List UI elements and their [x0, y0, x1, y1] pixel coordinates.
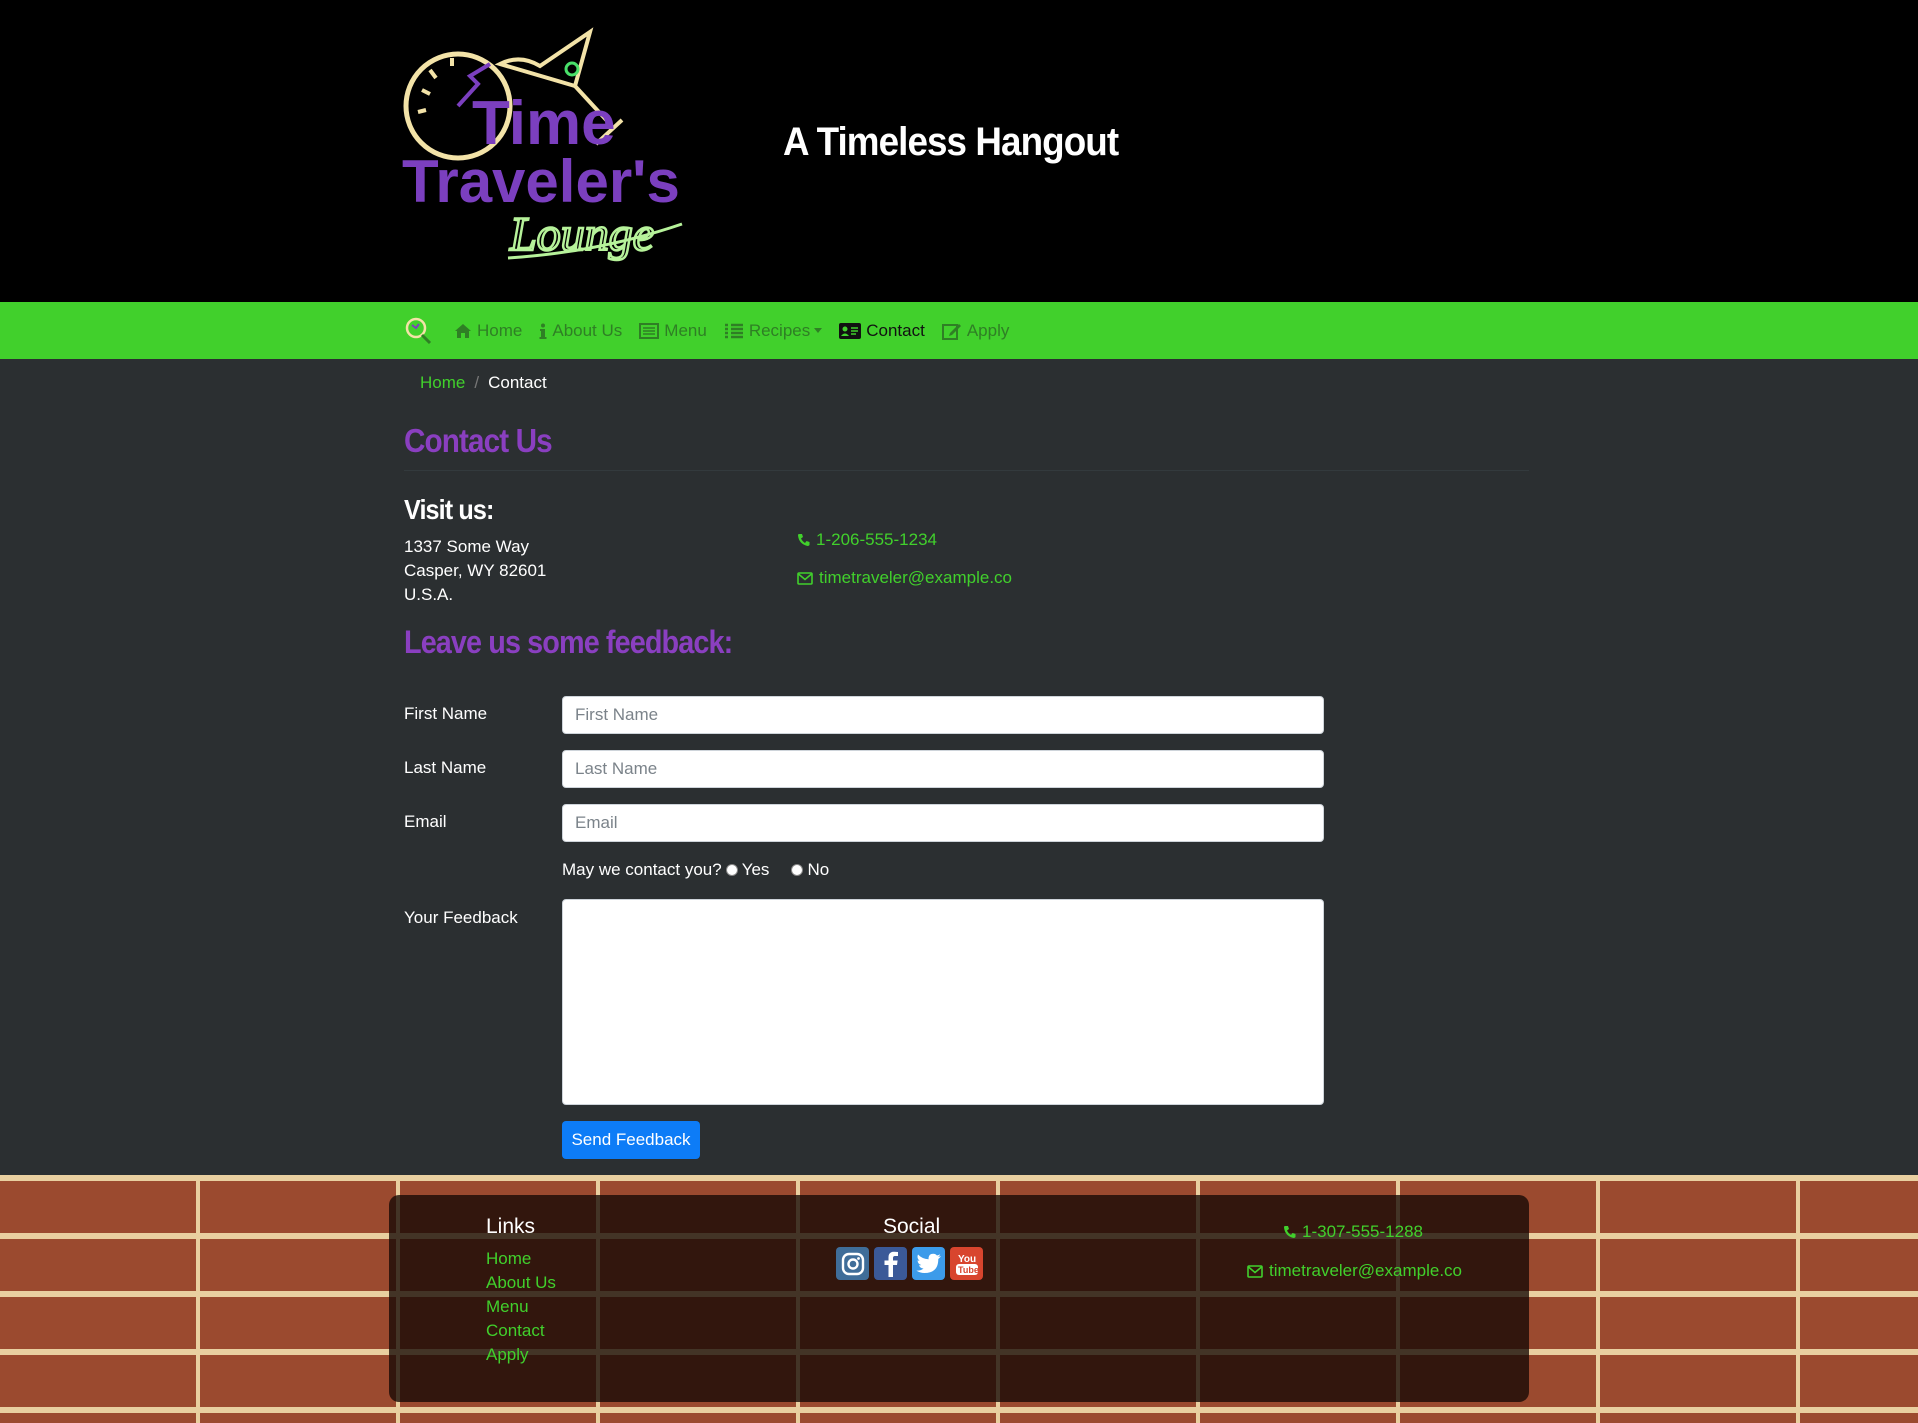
last-name-input[interactable]: [562, 750, 1324, 788]
breadcrumb-home-link[interactable]: Home: [420, 373, 465, 393]
nav-menu[interactable]: Menu: [639, 321, 707, 341]
nav-recipes-label: Recipes: [748, 320, 811, 340]
footer-email-address: timetraveler@example.co: [1269, 1261, 1462, 1280]
divider: [404, 470, 1529, 471]
site-header: Time Traveler's Lounge A Timeless Hangou…: [0, 0, 1918, 302]
footer-phone-link[interactable]: 1-307-555-1288: [1283, 1222, 1423, 1242]
nav-apply[interactable]: Apply: [941, 320, 1010, 341]
breadcrumb: Home / Contact: [420, 373, 547, 393]
feedback-label: Your Feedback: [404, 908, 518, 927]
envelope-icon: [1247, 1264, 1263, 1278]
main-navbar: Home About Us Menu Recipes Contact Apply: [0, 302, 1918, 359]
first-name-input[interactable]: [562, 696, 1324, 734]
last-name-label: Last Name: [404, 758, 487, 777]
contact-question: May we contact you?: [562, 860, 722, 879]
instagram-icon[interactable]: [836, 1247, 869, 1280]
send-feedback-button[interactable]: Send Feedback: [562, 1121, 700, 1159]
phone-link[interactable]: 1-206-555-1234: [797, 530, 937, 550]
footer-link-contact[interactable]: Contact: [486, 1319, 556, 1343]
nav-menu-label: Menu: [664, 320, 707, 340]
footer-links: Home About Us Menu Contact Apply: [486, 1247, 556, 1367]
nav-contact-label: Contact: [866, 320, 925, 340]
address-line-2: Casper, WY 82601: [404, 561, 547, 580]
feedback-heading: Leave us some feedback:: [404, 624, 733, 660]
nav-home[interactable]: Home: [454, 321, 522, 341]
address-line-3: U.S.A.: [404, 585, 454, 604]
nav-recipes-dropdown[interactable]: Recipes: [724, 320, 823, 341]
twitter-icon[interactable]: [912, 1247, 945, 1280]
visit-us-heading: Visit us:: [404, 494, 494, 525]
facebook-icon[interactable]: [874, 1247, 907, 1280]
home-icon: [455, 323, 471, 338]
contact-yes-label[interactable]: Yes: [742, 860, 770, 880]
svg-text:Traveler's: Traveler's: [402, 148, 680, 215]
address-line-1: 1337 Some Way: [404, 537, 530, 556]
time-travelers-lounge-logo[interactable]: Time Traveler's Lounge: [400, 24, 690, 269]
footer-link-home[interactable]: Home: [486, 1247, 556, 1271]
brand-logo-icon[interactable]: [404, 316, 434, 346]
info-icon: [539, 323, 547, 339]
list-icon: [724, 323, 743, 338]
footer-links-heading: Links: [486, 1215, 536, 1238]
email-address: timetraveler@example.co: [819, 568, 1012, 587]
youtube-icon[interactable]: You Tube: [950, 1247, 983, 1280]
edit-icon: [941, 323, 961, 340]
feedback-textarea[interactable]: [562, 899, 1324, 1105]
nav-apply-label: Apply: [966, 320, 1010, 340]
phone-number: 1-206-555-1234: [816, 530, 937, 549]
contact-no-label[interactable]: No: [807, 860, 829, 880]
nav-home-label: Home: [477, 320, 523, 340]
nav-contact[interactable]: Contact: [839, 321, 925, 341]
email-link[interactable]: timetraveler@example.co: [797, 568, 1012, 588]
footer-email-link[interactable]: timetraveler@example.co: [1247, 1261, 1462, 1281]
footer-link-menu[interactable]: Menu: [486, 1295, 556, 1319]
first-name-label: First Name: [404, 704, 488, 723]
svg-text:Tube: Tube: [958, 1265, 979, 1275]
contact-no-radio[interactable]: [791, 864, 804, 876]
breadcrumb-separator: /: [474, 373, 480, 392]
contact-yes-radio[interactable]: [725, 864, 738, 876]
chevron-down-icon: [814, 328, 823, 333]
site-tagline: A Timeless Hangout: [783, 120, 1119, 164]
nav-about-us-label: About Us: [552, 320, 623, 340]
email-input[interactable]: [562, 804, 1324, 842]
list-alt-icon: [639, 322, 660, 339]
nav-about-us[interactable]: About Us: [539, 321, 622, 341]
svg-text:You: You: [958, 1254, 976, 1265]
footer-link-about-us[interactable]: About Us: [486, 1271, 556, 1295]
envelope-icon: [797, 571, 813, 585]
contact-permission-group: May we contact you? Yes No: [562, 860, 829, 880]
email-label: Email: [404, 812, 447, 831]
address-block: 1337 Some Way Casper, WY 82601 U.S.A.: [404, 535, 546, 607]
breadcrumb-current: Contact: [488, 373, 547, 392]
phone-icon: [798, 534, 810, 546]
phone-icon: [1284, 1226, 1296, 1238]
address-card-icon: [839, 322, 862, 339]
svg-text:Lounge: Lounge: [509, 208, 654, 261]
footer-link-apply[interactable]: Apply: [486, 1343, 556, 1367]
page-title: Contact Us: [404, 422, 553, 459]
footer-phone-number: 1-307-555-1288: [1302, 1222, 1423, 1241]
social-icons: You Tube: [836, 1247, 988, 1280]
footer-social-heading: Social: [883, 1215, 941, 1238]
